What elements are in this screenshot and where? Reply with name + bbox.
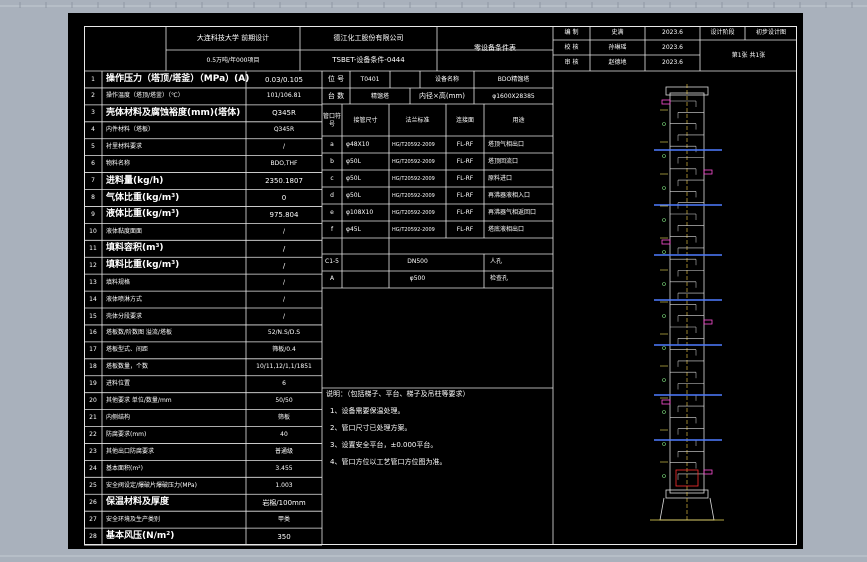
nozzle-symbol: [661, 399, 671, 405]
level-marker: [662, 474, 666, 478]
nozzle-symbol: [661, 99, 671, 105]
level-marker: [662, 122, 666, 126]
nozzle-symbol: [703, 319, 713, 325]
level-marker: [662, 250, 666, 254]
level-marker: [662, 218, 666, 222]
tower-elevation-drawing: [650, 84, 724, 521]
level-marker: [662, 282, 666, 286]
level-marker: [662, 186, 666, 190]
nozzle-symbol: [661, 239, 671, 245]
level-marker: [662, 442, 666, 446]
level-marker: [662, 154, 666, 158]
nozzle-symbol: [703, 469, 713, 475]
level-marker: [662, 314, 666, 318]
nozzle-symbol: [703, 169, 713, 175]
level-marker: [662, 410, 666, 414]
level-marker: [662, 346, 666, 350]
level-marker: [662, 378, 666, 382]
